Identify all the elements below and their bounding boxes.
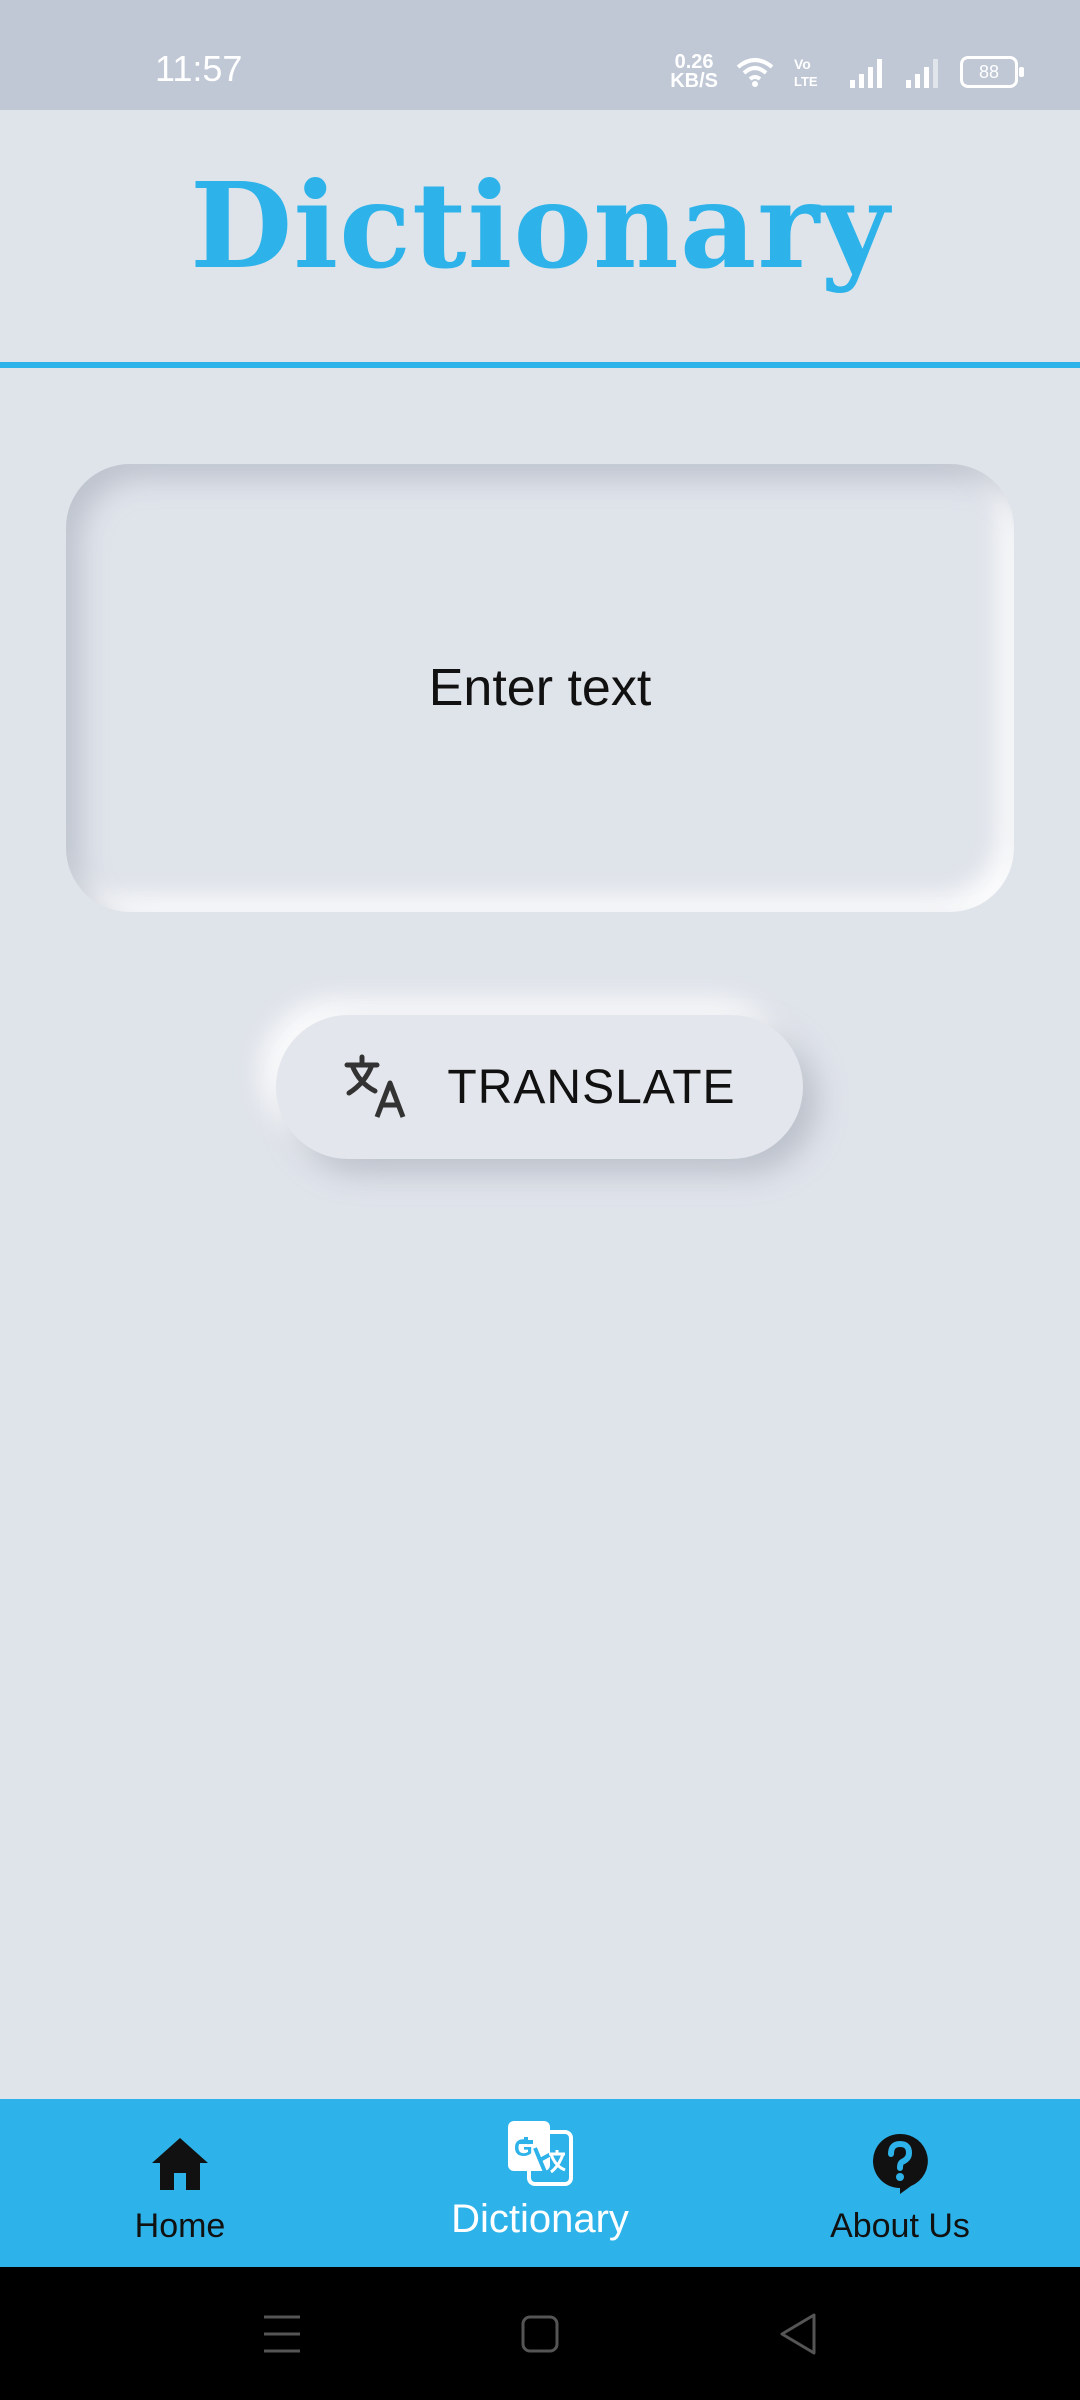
- input-placeholder: Enter text: [428, 659, 652, 717]
- nav-label-dictionary: Dictionary: [451, 2197, 629, 2241]
- back-icon[interactable]: [778, 2309, 818, 2359]
- battery-indicator: 88: [960, 56, 1024, 88]
- nav-item-about-us[interactable]: About Us: [800, 2099, 1000, 2267]
- app-header: Dictionary: [0, 110, 1080, 368]
- speed-unit: KB/S: [670, 70, 718, 92]
- bottom-nav: Home G Dictionary About Us: [0, 2099, 1080, 2267]
- status-time: 11:57: [155, 48, 243, 89]
- nav-item-home[interactable]: Home: [80, 2099, 280, 2267]
- volte-icon: Vo LTE: [794, 56, 818, 89]
- status-bar: 11:57 0.26 KB/S Vo LTE 88: [0, 0, 1080, 110]
- translate-button[interactable]: TRANSLATE: [276, 1015, 803, 1159]
- nav-label-about-us: About Us: [830, 2207, 970, 2245]
- help-icon: [873, 2133, 928, 2194]
- home-icon: [152, 2138, 208, 2190]
- page-title: Dictionary: [189, 156, 891, 295]
- home-button-icon[interactable]: [520, 2309, 560, 2359]
- nav-label-home: Home: [134, 2207, 226, 2245]
- network-speed: 0.26 KB/S: [670, 52, 718, 92]
- signal-icon-1: [850, 59, 882, 88]
- svg-text:Vo: Vo: [794, 56, 811, 72]
- google-translate-icon: G: [508, 2121, 573, 2186]
- status-icons: 0.26 KB/S Vo LTE 88: [670, 50, 1024, 94]
- translate-icon: [344, 1054, 406, 1118]
- wifi-icon: [736, 58, 774, 87]
- signal-icon-2: [906, 59, 938, 88]
- svg-text:LTE: LTE: [794, 74, 818, 89]
- text-input[interactable]: Enter text: [66, 464, 1014, 912]
- translate-label: TRANSLATE: [447, 1060, 736, 1114]
- nav-item-dictionary[interactable]: G Dictionary: [418, 2099, 662, 2267]
- svg-text:G: G: [514, 2135, 533, 2162]
- system-nav-bar: [0, 2267, 1080, 2400]
- menu-icon[interactable]: [262, 2309, 302, 2359]
